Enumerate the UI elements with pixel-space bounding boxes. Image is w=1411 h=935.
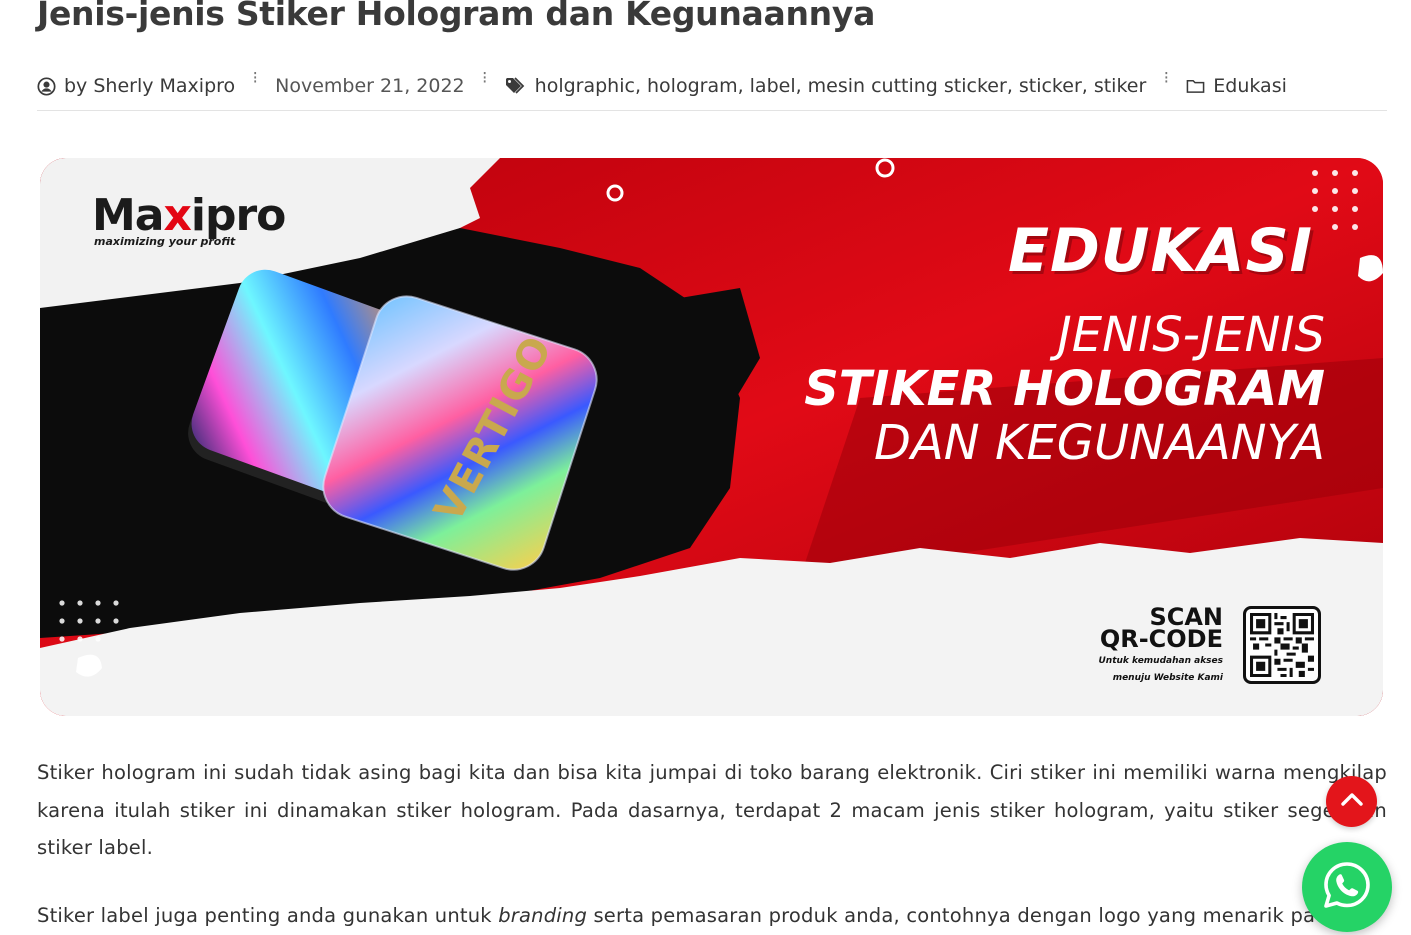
qr-block: SCAN QR-CODE Untuk kemudahan akses menuj… (1098, 605, 1321, 684)
meta-separator: ⁝ (252, 68, 258, 88)
page-title: Jenis-jenis Stiker Hologram dan Kegunaan… (37, 0, 876, 33)
banner-headline: JENIS-JENIS STIKER HOLOGRAM DAN KEGUNAAN… (804, 307, 1325, 471)
tag-link[interactable]: holgraphic (535, 75, 635, 97)
article-paragraph: Stiker label juga penting anda gunakan u… (37, 904, 1340, 927)
tag-link[interactable]: sticker (1019, 75, 1082, 97)
tag-link[interactable]: stiker (1094, 75, 1146, 97)
maxipro-logo: Maxipro maximizing your profit (92, 190, 286, 248)
whatsapp-icon (1322, 860, 1372, 915)
tag-link[interactable]: hologram (647, 75, 738, 97)
chevron-up-icon (1340, 792, 1363, 811)
featured-image: VERTIGO Maxipro maximizing your profit E… (40, 158, 1383, 716)
banner-badge: EDUKASI (1008, 216, 1313, 286)
tag-list: holgraphic, hologram, label, mesin cutti… (534, 75, 1147, 97)
meta-separator: ⁝ (1163, 68, 1169, 88)
folder-icon (1186, 78, 1205, 94)
post-meta: by Sherly Maxipro ⁝ November 21, 2022 ⁝ … (37, 68, 1387, 111)
meta-separator: ⁝ (481, 68, 488, 88)
category-link[interactable]: Edukasi (1213, 75, 1287, 97)
author-link[interactable]: by Sherly Maxipro (64, 75, 235, 97)
scroll-to-top-button[interactable] (1326, 776, 1377, 827)
emphasis-text: branding (498, 904, 588, 927)
tags-icon (505, 77, 527, 95)
whatsapp-chat-button[interactable] (1302, 842, 1392, 932)
tag-link[interactable]: label (750, 75, 796, 97)
post-date: November 21, 2022 (275, 75, 465, 97)
article-paragraph: Stiker hologram ini sudah tidak asing ba… (37, 761, 1387, 859)
qr-code-icon (1243, 606, 1321, 684)
tag-link[interactable]: mesin cutting sticker (808, 75, 1007, 97)
user-circle-icon (37, 76, 56, 96)
